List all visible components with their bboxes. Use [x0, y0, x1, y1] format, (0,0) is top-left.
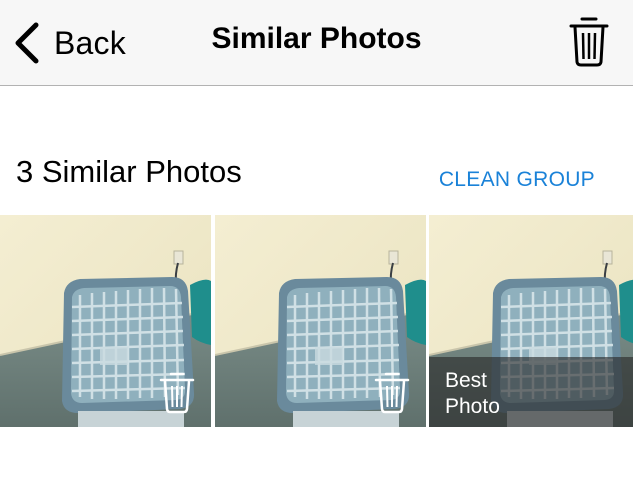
- clean-group-button[interactable]: CLEAN GROUP: [439, 168, 595, 192]
- trash-icon[interactable]: [374, 370, 410, 414]
- photo-thumbnail-3[interactable]: Best Photo: [429, 215, 633, 427]
- back-label: Back: [54, 24, 126, 61]
- back-button[interactable]: Back: [12, 18, 142, 68]
- best-photo-banner: Best Photo: [429, 357, 633, 427]
- trash-icon[interactable]: [568, 14, 610, 68]
- trash-icon[interactable]: [159, 370, 195, 414]
- group-title: 3 Similar Photos: [16, 154, 242, 189]
- photo-thumbnail-2[interactable]: [215, 215, 426, 427]
- chevron-left-icon: [15, 22, 39, 64]
- navigation-bar: Back Similar Photos: [0, 0, 633, 86]
- photo-thumbnail-1[interactable]: [0, 215, 211, 427]
- best-photo-label: Best Photo: [445, 369, 500, 418]
- photo-grid: Best Photo: [0, 215, 633, 427]
